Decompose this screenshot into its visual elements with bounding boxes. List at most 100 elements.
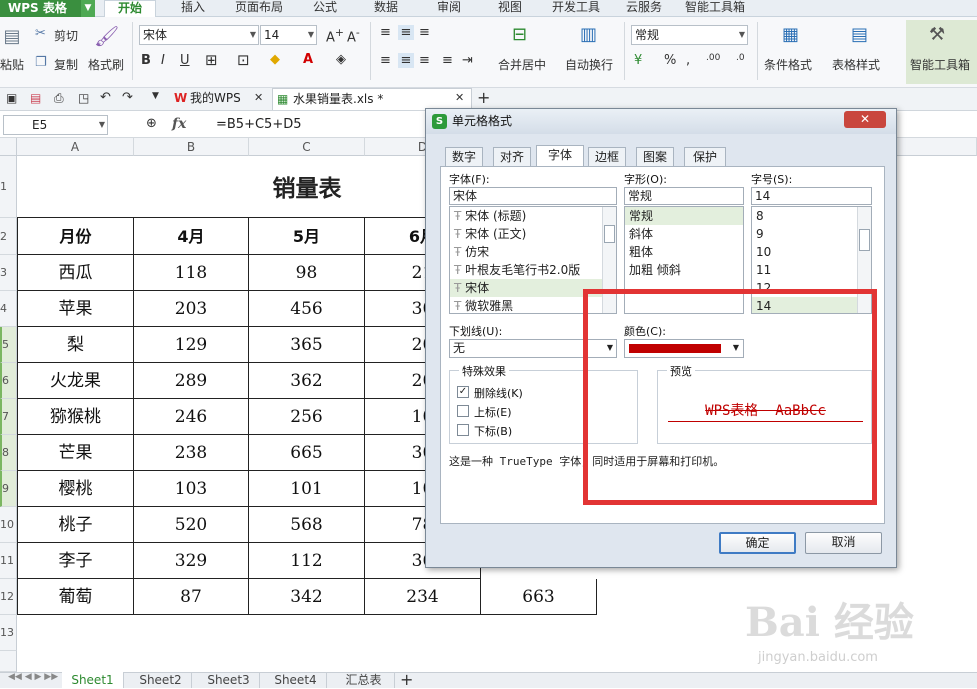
- header-cell[interactable]: 5月: [249, 218, 365, 255]
- table-cell[interactable]: 329: [134, 543, 249, 579]
- export-pdf-icon[interactable]: ▤: [30, 91, 41, 105]
- tab-alignment[interactable]: 对齐: [493, 147, 531, 167]
- table-cell[interactable]: 663: [481, 579, 597, 615]
- subscript-checkbox[interactable]: [457, 424, 469, 436]
- clear-format-icon[interactable]: ◈: [336, 52, 346, 67]
- merge-icon[interactable]: ⊡: [237, 51, 250, 69]
- italic-icon[interactable]: I: [161, 53, 165, 68]
- select-all[interactable]: [0, 138, 17, 156]
- table-cell[interactable]: 87: [134, 579, 249, 615]
- doc-tab-fruit-sales[interactable]: ▦ 水果销量表.xls *: [272, 88, 472, 110]
- menu-review[interactable]: 审阅: [437, 0, 461, 17]
- row-header[interactable]: 1: [0, 156, 17, 218]
- scroll-thumb[interactable]: [859, 229, 870, 251]
- tab-protection[interactable]: 保护: [684, 147, 726, 167]
- table-cell[interactable]: 362: [249, 363, 365, 399]
- table-cell[interactable]: 苹果: [17, 291, 134, 327]
- column-header[interactable]: A: [17, 138, 134, 156]
- table-cell[interactable]: 665: [249, 435, 365, 471]
- first-sheet-icon[interactable]: ◀◀ ◀ ▶ ▶▶: [8, 672, 58, 682]
- shrink-font-icon[interactable]: A-: [347, 26, 360, 45]
- sheet-tab-1[interactable]: Sheet1: [62, 672, 124, 688]
- print-icon[interactable]: ⎙: [54, 91, 64, 106]
- qat-customize-icon[interactable]: ▼: [152, 91, 159, 101]
- subscript-label[interactable]: 下标(B): [474, 423, 512, 439]
- tab-border[interactable]: 边框: [588, 147, 626, 167]
- row-header[interactable]: 8: [0, 435, 17, 471]
- list-item[interactable]: 11: [752, 261, 871, 279]
- indent-icon[interactable]: ⇥: [462, 53, 473, 68]
- list-item[interactable]: Ŧ 宋体 (正文): [450, 225, 616, 243]
- paste-icon[interactable]: ▤: [0, 26, 24, 48]
- table-cell[interactable]: 568: [249, 507, 365, 543]
- fill-color-icon[interactable]: ◆: [270, 52, 280, 67]
- conditional-format-icon[interactable]: ▦: [782, 24, 799, 45]
- table-cell[interactable]: 342: [249, 579, 365, 615]
- table-cell[interactable]: 猕猴桃: [17, 399, 134, 435]
- row-header[interactable]: 10: [0, 507, 17, 543]
- size-input[interactable]: 14: [751, 187, 872, 205]
- menu-smart-toolbox[interactable]: 智能工具箱: [685, 0, 745, 17]
- close-icon[interactable]: ✕: [455, 91, 464, 104]
- font-name-select[interactable]: 宋体 ▼: [139, 25, 259, 45]
- menu-view[interactable]: 视图: [498, 0, 522, 17]
- align-right-icon[interactable]: ≡: [419, 53, 430, 68]
- table-cell[interactable]: 梨: [17, 327, 134, 363]
- row-header[interactable]: 5: [0, 327, 17, 363]
- sheet-tab-summary[interactable]: 汇总表: [333, 672, 395, 688]
- wrap-text-icon[interactable]: ▥: [580, 24, 597, 45]
- align-center-icon[interactable]: ≡: [398, 53, 414, 68]
- grow-font-icon[interactable]: A+: [326, 26, 344, 45]
- header-cell[interactable]: 月份: [17, 218, 134, 255]
- ok-button[interactable]: 确定: [719, 532, 796, 554]
- row-header[interactable]: 3: [0, 255, 17, 291]
- table-cell[interactable]: 365: [249, 327, 365, 363]
- currency-icon[interactable]: ¥: [634, 53, 642, 68]
- tab-pattern[interactable]: 图案: [636, 147, 674, 167]
- row-header[interactable]: 7: [0, 399, 17, 435]
- bold-icon[interactable]: B: [141, 53, 151, 68]
- sheet-tab-4[interactable]: Sheet4: [265, 672, 327, 688]
- superscript-checkbox[interactable]: [457, 405, 469, 417]
- table-cell[interactable]: 西瓜: [17, 255, 134, 291]
- merge-center-button[interactable]: 合并居中: [498, 56, 546, 73]
- column-header[interactable]: C: [249, 138, 365, 156]
- list-item[interactable]: Ŧ 叶根友毛笔行书2.0版: [450, 261, 616, 279]
- border-icon[interactable]: ⊞: [205, 51, 218, 69]
- undo-icon[interactable]: ↶: [100, 90, 111, 105]
- formula-input[interactable]: =B5+C5+D5: [216, 117, 302, 132]
- name-box[interactable]: E5 ▼: [3, 115, 108, 135]
- align-bottom-icon[interactable]: ≡: [419, 25, 430, 40]
- table-cell[interactable]: 238: [134, 435, 249, 471]
- menu-data[interactable]: 数据: [374, 0, 398, 17]
- strikethrough-checkbox[interactable]: ✓: [457, 386, 469, 398]
- row-header[interactable]: 6: [0, 363, 17, 399]
- table-cell[interactable]: 456: [249, 291, 365, 327]
- table-cell[interactable]: 葡萄: [17, 579, 134, 615]
- header-cell[interactable]: 4月: [134, 218, 249, 255]
- row-header[interactable]: 9: [0, 471, 17, 507]
- number-format-select[interactable]: 常规 ▼: [631, 25, 748, 45]
- row-header[interactable]: [0, 651, 17, 672]
- table-cell[interactable]: 289: [134, 363, 249, 399]
- sheet-tab-3[interactable]: Sheet3: [198, 672, 260, 688]
- table-style-button[interactable]: 表格样式: [832, 56, 880, 73]
- table-cell[interactable]: 234: [365, 579, 481, 615]
- list-item[interactable]: 9: [752, 225, 871, 243]
- table-cell[interactable]: 桃子: [17, 507, 134, 543]
- percent-icon[interactable]: %: [664, 53, 676, 68]
- table-cell[interactable]: 98: [249, 255, 365, 291]
- list-item[interactable]: 加粗 倾斜: [625, 261, 743, 279]
- table-cell[interactable]: 101: [249, 471, 365, 507]
- merge-center-icon[interactable]: ⊟: [512, 24, 527, 45]
- table-cell[interactable]: 芒果: [17, 435, 134, 471]
- align-middle-icon[interactable]: ≡: [398, 25, 414, 40]
- list-item[interactable]: 10: [752, 243, 871, 261]
- menu-developer[interactable]: 开发工具: [552, 0, 600, 17]
- menu-insert[interactable]: 插入: [181, 0, 205, 17]
- new-tab-icon[interactable]: +: [477, 88, 490, 107]
- strikethrough-label[interactable]: 删除线(K): [474, 385, 523, 401]
- table-cell[interactable]: 256: [249, 399, 365, 435]
- menu-cloud[interactable]: 云服务: [626, 0, 662, 17]
- style-input[interactable]: 常规: [624, 187, 744, 205]
